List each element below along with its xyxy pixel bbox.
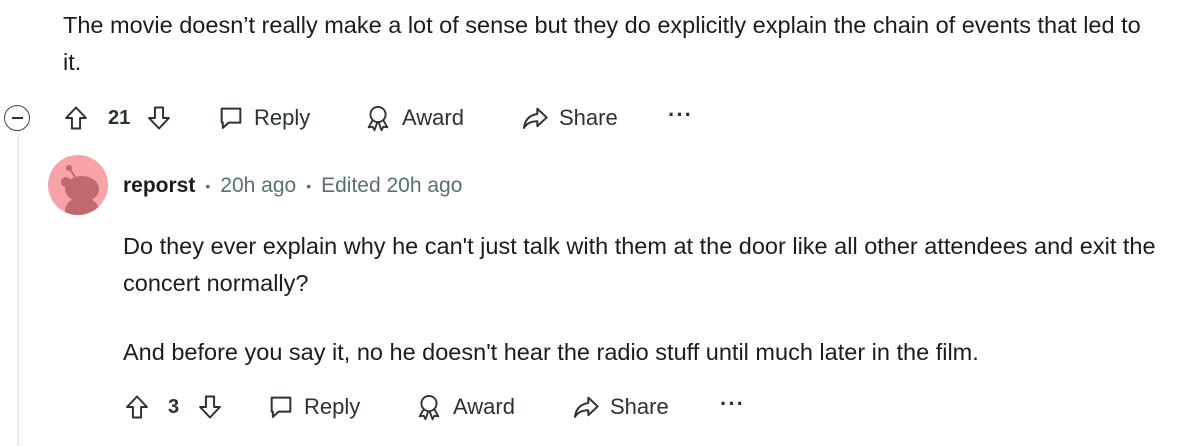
share-button[interactable]: Share [520,98,618,138]
speech-bubble-icon [220,107,242,129]
award-button[interactable]: Award [363,98,464,138]
parent-action-bar: 21 Reply Award Share ··· [0,98,720,138]
award-button[interactable]: Award [414,387,515,427]
username-link[interactable]: reporst [123,174,195,198]
avatar[interactable] [48,155,108,215]
award-label: Award [402,105,464,130]
more-options-button[interactable]: ··· [668,98,693,138]
reply-button[interactable]: Reply [217,98,310,138]
share-button[interactable]: Share [571,387,669,427]
share-label: Share [559,105,618,130]
downvote-arrow-icon [199,395,221,419]
reply-button[interactable]: Reply [267,387,360,427]
share-arrow-icon [522,107,548,129]
downvote-button[interactable] [145,98,173,138]
vote-score: 21 [108,107,131,129]
comment-timestamp[interactable]: 20h ago [220,174,296,198]
reply-action-bar: 3 Reply Award Share ··· [0,387,780,427]
upvote-arrow-icon [65,106,87,130]
award-label: Award [453,394,515,419]
parent-comment-text: The movie doesn’t really make a lot of s… [63,12,1141,75]
more-options-button[interactable]: ··· [720,387,745,427]
reply-label: Reply [254,105,311,130]
award-ribbon-icon [418,394,440,421]
upvote-button[interactable] [62,98,90,138]
reply-label: Reply [304,394,361,419]
downvote-arrow-icon [148,106,170,130]
upvote-button[interactable] [123,387,151,427]
downvote-button[interactable] [196,387,224,427]
reply-comment-paragraph: And before you say it, no he doesn't hea… [123,339,979,365]
upvote-arrow-icon [126,395,148,419]
reply-comment-paragraph: Do they ever explain why he can't just t… [123,233,1156,296]
edited-label: Edited 20h ago [321,174,463,197]
award-ribbon-icon [367,105,389,132]
snoo-avatar-icon [61,165,99,215]
share-arrow-icon [573,396,599,418]
comment-meta: reporst • 20h ago • Edited 20h ago [123,171,462,201]
meta-separator: • [205,178,211,194]
meta-separator: • [306,178,312,194]
speech-bubble-icon [270,396,292,418]
share-label: Share [610,394,669,419]
vote-score: 3 [168,396,180,418]
